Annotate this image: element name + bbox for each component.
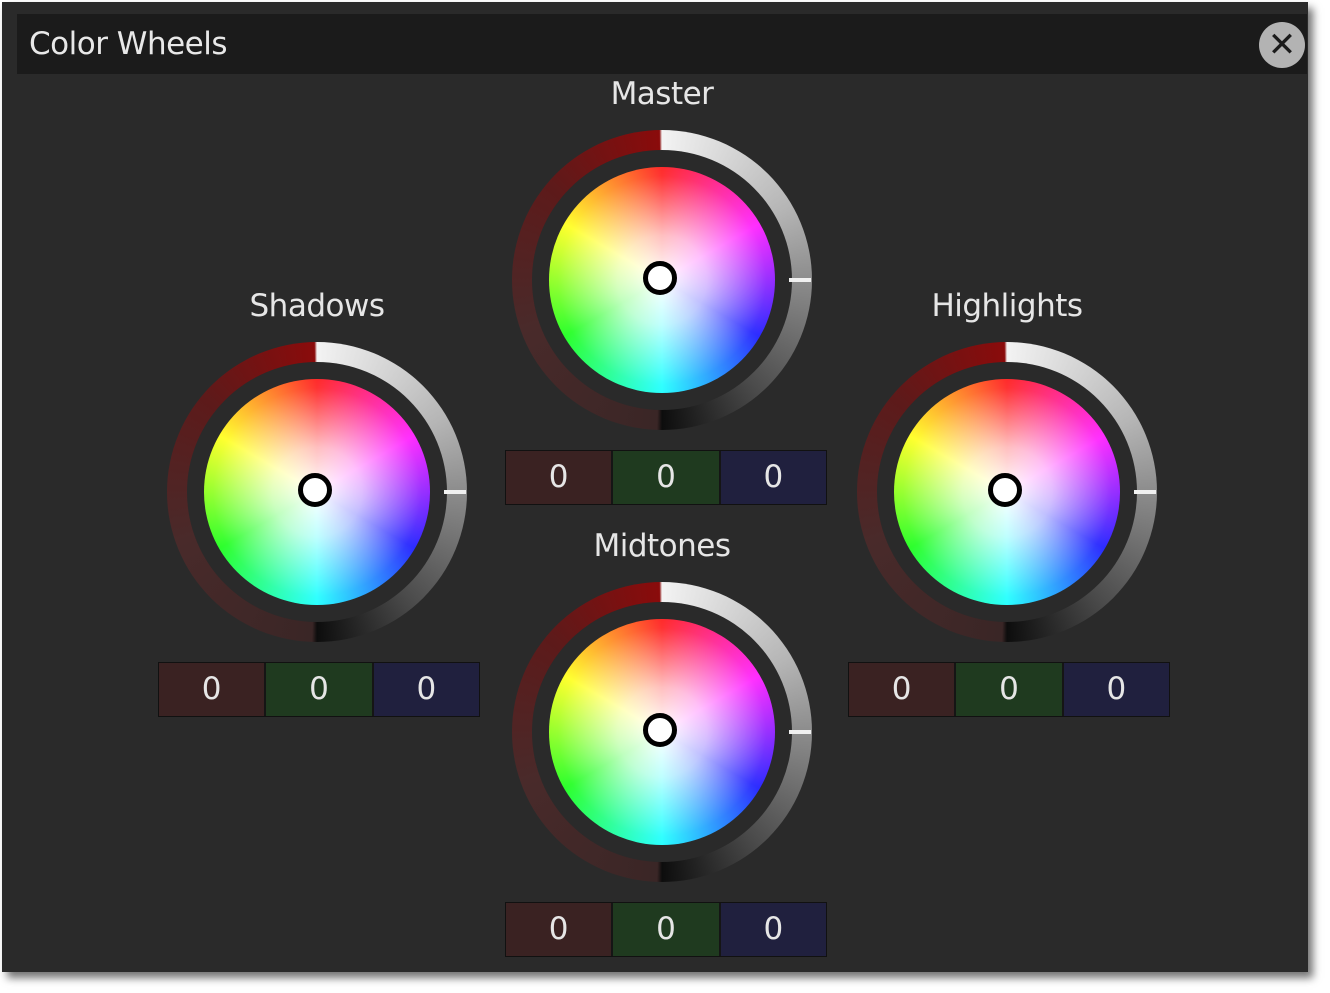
midtones-level-tick[interactable] — [789, 730, 811, 734]
master-level-tick[interactable] — [789, 278, 811, 282]
highlights-wheel[interactable] — [857, 342, 1157, 642]
shadows-wheel-group: Shadows 0 0 0 — [152, 288, 482, 728]
shadows-values: 0 0 0 — [158, 662, 480, 717]
master-wheel[interactable] — [512, 130, 812, 430]
master-values: 0 0 0 — [505, 450, 827, 505]
color-wheels-panel: Color Wheels ✕ Master 0 0 0 Shadows 0 0 … — [2, 2, 1308, 972]
highlights-label: Highlights — [931, 288, 1083, 324]
highlights-color-puck[interactable] — [988, 473, 1022, 507]
master-wheel-group: Master 0 0 0 — [497, 76, 827, 516]
close-icon: ✕ — [1267, 25, 1297, 65]
midtones-wheel[interactable] — [512, 582, 812, 882]
midtones-wheel-group: Midtones 0 0 0 — [497, 528, 827, 968]
master-label: Master — [610, 76, 714, 112]
master-red-value[interactable]: 0 — [506, 451, 614, 504]
shadows-blue-value[interactable]: 0 — [373, 663, 479, 716]
highlights-green-value[interactable]: 0 — [956, 663, 1064, 716]
master-blue-value[interactable]: 0 — [720, 451, 826, 504]
master-color-puck[interactable] — [643, 261, 677, 295]
close-button[interactable]: ✕ — [1259, 22, 1305, 68]
shadows-level-tick[interactable] — [444, 490, 466, 494]
shadows-color-puck[interactable] — [298, 473, 332, 507]
master-green-value[interactable]: 0 — [613, 451, 721, 504]
highlights-level-tick[interactable] — [1134, 490, 1156, 494]
midtones-red-value[interactable]: 0 — [506, 903, 614, 956]
title-bar: Color Wheels ✕ — [17, 14, 1307, 74]
midtones-green-value[interactable]: 0 — [613, 903, 721, 956]
midtones-label: Midtones — [593, 528, 731, 564]
shadows-red-value[interactable]: 0 — [159, 663, 267, 716]
midtones-values: 0 0 0 — [505, 902, 827, 957]
shadows-wheel[interactable] — [167, 342, 467, 642]
highlights-red-value[interactable]: 0 — [849, 663, 957, 716]
highlights-wheel-group: Highlights 0 0 0 — [842, 288, 1172, 728]
midtones-color-puck[interactable] — [643, 713, 677, 747]
panel-title: Color Wheels — [29, 26, 228, 62]
highlights-blue-value[interactable]: 0 — [1063, 663, 1169, 716]
shadows-label: Shadows — [249, 288, 385, 324]
shadows-green-value[interactable]: 0 — [266, 663, 374, 716]
midtones-blue-value[interactable]: 0 — [720, 903, 826, 956]
highlights-values: 0 0 0 — [848, 662, 1170, 717]
